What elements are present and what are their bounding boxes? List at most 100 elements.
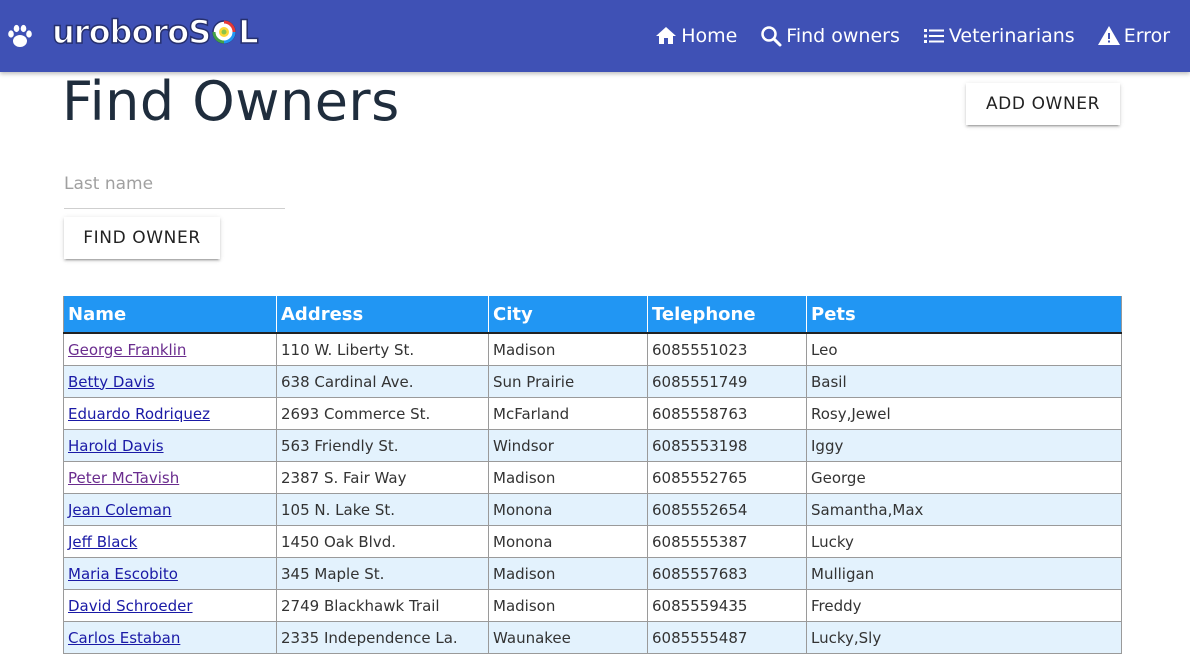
cell-pets: Freddy <box>806 589 1122 622</box>
find-owner-button[interactable]: FIND OWNER <box>64 217 220 259</box>
table-row: Peter McTavish 2387 S. Fair Way Madison … <box>63 461 1122 494</box>
nav-veterinarians-label: Veterinarians <box>948 25 1075 47</box>
nav-home-label: Home <box>681 25 738 47</box>
header-telephone[interactable]: Telephone <box>647 296 807 334</box>
header-pets[interactable]: Pets <box>806 296 1122 334</box>
cell-pets: Basil <box>806 365 1122 398</box>
cell-address: 2335 Independence La. <box>276 621 489 654</box>
cell-city: Madison <box>488 461 648 494</box>
cell-telephone: 6085553198 <box>647 429 807 462</box>
cell-city: Madison <box>488 557 648 590</box>
owner-link[interactable]: George Franklin <box>68 341 186 359</box>
cell-name: Jeff Black <box>63 525 277 558</box>
nav-error[interactable]: Error <box>1097 24 1170 48</box>
cell-name: Carlos Estaban <box>63 621 277 654</box>
cell-city: McFarland <box>488 397 648 430</box>
cell-telephone: 6085558763 <box>647 397 807 430</box>
cell-city: Monona <box>488 525 648 558</box>
brand-text-s: S <box>187 12 212 52</box>
cell-telephone: 6085557683 <box>647 557 807 590</box>
owner-link[interactable]: Jean Coleman <box>68 501 171 519</box>
cell-name: Eduardo Rodriquez <box>63 397 277 430</box>
logo-globe-icon <box>212 20 236 44</box>
nav-veterinarians[interactable]: Veterinarians <box>922 24 1075 48</box>
table-header-row: Name Address City Telephone Pets <box>63 296 1122 334</box>
cell-address: 105 N. Lake St. <box>276 493 489 526</box>
owner-link[interactable]: Maria Escobito <box>68 565 178 583</box>
cell-city: Sun Prairie <box>488 365 648 398</box>
owner-link[interactable]: Harold Davis <box>68 437 164 455</box>
cell-address: 2749 Blackhawk Trail <box>276 589 489 622</box>
nav-find-owners[interactable]: Find owners <box>759 24 900 48</box>
header-address[interactable]: Address <box>276 296 489 334</box>
brand-text-l: L <box>237 12 259 52</box>
home-icon <box>656 27 677 44</box>
owner-link[interactable]: Carlos Estaban <box>68 629 180 647</box>
cell-name: George Franklin <box>63 332 277 366</box>
list-icon <box>923 29 944 43</box>
add-owner-button[interactable]: ADD OWNER <box>966 83 1120 125</box>
cell-pets: Iggy <box>806 429 1122 462</box>
owner-link[interactable]: Eduardo Rodriquez <box>68 405 210 423</box>
table-row: Harold Davis 563 Friendly St. Windsor 60… <box>63 429 1122 462</box>
header-city[interactable]: City <box>488 296 648 334</box>
owners-table: Name Address City Telephone Pets George … <box>63 296 1122 654</box>
cell-city: Madison <box>488 332 648 366</box>
cell-pets: Mulligan <box>806 557 1122 590</box>
table-row: Jeff Black 1450 Oak Blvd. Monona 6085555… <box>63 525 1122 558</box>
search-icon <box>761 26 782 47</box>
warning-icon <box>1097 26 1120 45</box>
cell-pets: Lucky <box>806 525 1122 558</box>
cell-pets: Leo <box>806 332 1122 366</box>
cell-telephone: 6085551749 <box>647 365 807 398</box>
table-row: Carlos Estaban 2335 Independence La. Wau… <box>63 621 1122 654</box>
brand-text-prefix: uroboro <box>51 12 190 52</box>
last-name-field <box>64 166 285 209</box>
cell-address: 563 Friendly St. <box>276 429 489 462</box>
brand-logo[interactable]: uroboro S L <box>51 12 259 52</box>
cell-name: Maria Escobito <box>63 557 277 590</box>
owner-link[interactable]: David Schroeder <box>68 597 193 615</box>
cell-name: Peter McTavish <box>63 461 277 494</box>
cell-city: Madison <box>488 589 648 622</box>
table-row: David Schroeder 2749 Blackhawk Trail Mad… <box>63 589 1122 622</box>
nav-find-owners-label: Find owners <box>786 25 900 47</box>
last-name-input[interactable] <box>64 166 285 202</box>
cell-telephone: 6085551023 <box>647 332 807 366</box>
cell-pets: Rosy,Jewel <box>806 397 1122 430</box>
owner-link[interactable]: Betty Davis <box>68 373 155 391</box>
table-row: Maria Escobito 345 Maple St. Madison 608… <box>63 557 1122 590</box>
cell-telephone: 6085555487 <box>647 621 807 654</box>
table-row: Betty Davis 638 Cardinal Ave. Sun Prairi… <box>63 365 1122 398</box>
nav-error-label: Error <box>1123 25 1170 47</box>
navbar: uroboro S L Home Find owners Veterinaria… <box>0 0 1190 72</box>
cell-name: David Schroeder <box>63 589 277 622</box>
table-row: George Franklin 110 W. Liberty St. Madis… <box>63 332 1122 366</box>
cell-name: Betty Davis <box>63 365 277 398</box>
cell-name: Harold Davis <box>63 429 277 462</box>
nav-home[interactable]: Home <box>654 24 737 48</box>
cell-telephone: 6085552654 <box>647 493 807 526</box>
cell-name: Jean Coleman <box>63 493 277 526</box>
owner-link[interactable]: Jeff Black <box>68 533 137 551</box>
cell-pets: Lucky,Sly <box>806 621 1122 654</box>
owner-link[interactable]: Peter McTavish <box>68 469 179 487</box>
cell-address: 638 Cardinal Ave. <box>276 365 489 398</box>
cell-pets: Samantha,Max <box>806 493 1122 526</box>
paw-icon[interactable] <box>7 23 33 49</box>
cell-city: Monona <box>488 493 648 526</box>
cell-pets: George <box>806 461 1122 494</box>
cell-telephone: 6085555387 <box>647 525 807 558</box>
cell-telephone: 6085552765 <box>647 461 807 494</box>
table-row: Eduardo Rodriquez 2693 Commerce St. McFa… <box>63 397 1122 430</box>
cell-address: 345 Maple St. <box>276 557 489 590</box>
cell-address: 2693 Commerce St. <box>276 397 489 430</box>
cell-telephone: 6085559435 <box>647 589 807 622</box>
cell-address: 2387 S. Fair Way <box>276 461 489 494</box>
cell-address: 110 W. Liberty St. <box>276 332 489 366</box>
cell-city: Waunakee <box>488 621 648 654</box>
page-title: Find Owners <box>62 70 400 133</box>
main-nav: Home Find owners Veterinarians Error <box>632 0 1170 72</box>
table-row: Jean Coleman 105 N. Lake St. Monona 6085… <box>63 493 1122 526</box>
header-name[interactable]: Name <box>63 296 277 334</box>
